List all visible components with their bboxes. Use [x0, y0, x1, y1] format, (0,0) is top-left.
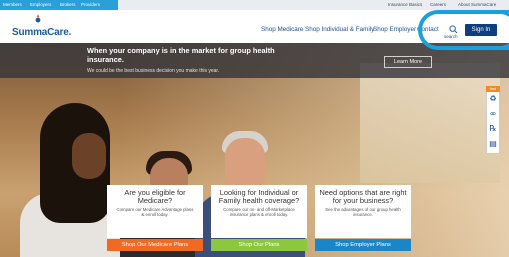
providers-link[interactable]: Providers	[81, 2, 100, 7]
members-link[interactable]: Members	[3, 2, 22, 7]
sign-in-button[interactable]: Sign In	[465, 24, 497, 36]
shop-employer-plans-button[interactable]: Shop Employer Plans	[315, 239, 411, 251]
careers-link[interactable]: Careers	[430, 2, 446, 7]
hero-window	[360, 63, 500, 183]
insurance-basics-link[interactable]: Insurance Basics	[388, 2, 422, 7]
audience-links: Members Employers Brokers Providers	[0, 0, 118, 10]
shop-medicare-plans-button[interactable]: Shop Our Medicare Plans	[107, 239, 203, 251]
logo-icon	[35, 14, 41, 23]
card-medicare: Are you eligible for Medicare? Compare o…	[107, 185, 203, 238]
pharmacy-icon[interactable]: ℞	[488, 124, 498, 134]
nav-contact[interactable]: Contact	[417, 26, 439, 33]
card-title: Looking for Individual or Family health …	[218, 188, 300, 205]
nav-shop-employer[interactable]: Shop Employer	[373, 26, 416, 33]
search-icon[interactable]	[449, 25, 458, 34]
nav-shop-individual-family[interactable]: Shop Individual & Family	[305, 26, 374, 33]
nav-shop-medicare[interactable]: Shop Medicare	[261, 26, 303, 33]
card-description: Compare our on- and off-Marketplace insu…	[223, 207, 295, 217]
document-icon[interactable]: ▤	[488, 139, 498, 149]
brokers-link[interactable]: Brokers	[60, 2, 76, 7]
banner-subtitle: We could be the best business decision y…	[87, 68, 220, 74]
shop-our-plans-button[interactable]: Shop Our Plans	[211, 239, 307, 251]
employers-link[interactable]: Employers	[30, 2, 51, 7]
card-title: Are you eligible for Medicare?	[124, 188, 186, 205]
card-employer: Need options that are right for your bus…	[315, 185, 411, 238]
hero-person	[72, 133, 106, 179]
card-individual-family: Looking for Individual or Family health …	[211, 185, 307, 238]
logo[interactable]: SummaCare.	[12, 27, 71, 38]
utility-bar: Members Employers Brokers Providers Insu…	[0, 0, 509, 10]
card-description: Compare our Medicare Advantage plans & e…	[116, 207, 194, 217]
doctor-icon[interactable]: ♻	[488, 94, 498, 104]
card-description: See the advantages of our group health i…	[325, 207, 401, 217]
learn-more-button[interactable]: Learn More	[384, 56, 432, 68]
find-label: find	[486, 86, 500, 92]
about-link[interactable]: About SummaCare	[458, 2, 496, 7]
dentist-icon[interactable]: ∞	[488, 109, 498, 119]
banner-title: When your company is in the market for g…	[87, 46, 275, 64]
card-title: Need options that are right for your bus…	[319, 188, 407, 205]
search-label[interactable]: search	[444, 34, 458, 39]
